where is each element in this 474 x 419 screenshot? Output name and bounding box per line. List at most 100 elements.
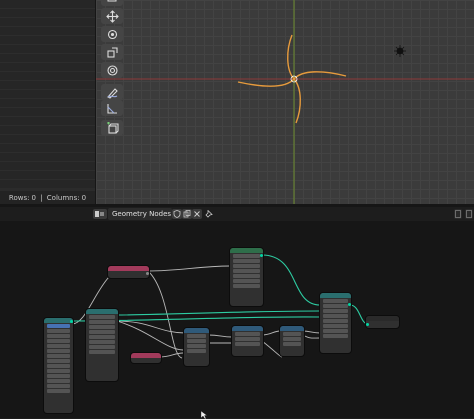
node-header (44, 318, 73, 323)
annotate-icon[interactable] (101, 84, 123, 100)
node-field[interactable] (89, 335, 115, 339)
node-field[interactable] (47, 364, 70, 368)
node-instance-on-points[interactable] (320, 293, 351, 353)
node-field[interactable] (89, 325, 115, 329)
node-input-pink[interactable] (108, 266, 149, 278)
node-field[interactable] (233, 259, 260, 263)
node-group-output[interactable] (366, 316, 399, 328)
spreadsheet-rows[interactable] (0, 0, 95, 188)
node-field[interactable] (233, 274, 260, 278)
node-editor-icon[interactable] (93, 209, 107, 219)
node-editor-header: Geometry Nodes (0, 207, 474, 221)
fake-user-shield-icon[interactable] (172, 209, 182, 219)
node-tree-name-text: Geometry Nodes (112, 210, 172, 218)
node-socket[interactable] (70, 320, 73, 323)
status-separator: | (40, 194, 43, 202)
node-math-a[interactable] (184, 328, 209, 366)
node-field[interactable] (47, 344, 70, 348)
node-field[interactable] (323, 309, 348, 313)
node-field[interactable] (89, 315, 115, 319)
node-field[interactable] (323, 314, 348, 318)
node-field[interactable] (47, 349, 70, 353)
spreadsheet-panel: Rows: 0 | Columns: 0 (0, 0, 96, 206)
node-field[interactable] (235, 342, 260, 346)
node-socket[interactable] (348, 303, 351, 306)
node-field[interactable] (235, 332, 260, 336)
node-field[interactable] (47, 324, 70, 328)
node-header (280, 326, 304, 331)
3d-viewport[interactable] (96, 0, 474, 204)
rotate-icon[interactable] (101, 26, 123, 42)
node-field[interactable] (323, 334, 348, 338)
node-header (232, 326, 263, 331)
node-socket[interactable] (366, 323, 369, 326)
node-socket[interactable] (260, 254, 263, 257)
select-box-icon[interactable] (101, 0, 123, 6)
viewport-overlay (96, 0, 474, 204)
node-field[interactable] (47, 379, 70, 383)
node-header (86, 309, 118, 314)
node-field[interactable] (323, 299, 348, 303)
pin-icon[interactable] (204, 209, 214, 219)
node-field[interactable] (89, 340, 115, 344)
node-group-input[interactable] (44, 318, 73, 413)
node-field[interactable] (233, 284, 260, 288)
light-icon[interactable] (394, 45, 406, 57)
viewport-toolbar (99, 0, 125, 140)
node-field[interactable] (233, 264, 260, 268)
node-field[interactable] (283, 337, 301, 341)
node-field[interactable] (235, 337, 260, 341)
node-value-pink[interactable] (131, 353, 161, 363)
node-field[interactable] (47, 359, 70, 363)
node-field[interactable] (187, 339, 206, 343)
node-field[interactable] (89, 345, 115, 349)
node-field[interactable] (47, 334, 70, 338)
transform-icon[interactable] (101, 62, 123, 78)
close-icon[interactable] (192, 209, 202, 219)
copy-icon[interactable] (182, 209, 192, 219)
sidebar-toggle-icon[interactable] (454, 209, 462, 219)
node-field[interactable] (47, 354, 70, 358)
node-header (108, 266, 149, 271)
node-field[interactable] (233, 254, 260, 258)
options-icon[interactable] (465, 209, 473, 219)
move-icon[interactable] (101, 8, 123, 24)
node-field[interactable] (187, 344, 206, 348)
node-field[interactable] (323, 319, 348, 323)
node-field[interactable] (47, 369, 70, 373)
scale-icon[interactable] (101, 44, 123, 60)
node-field[interactable] (283, 332, 301, 336)
node-header (131, 353, 161, 358)
node-field[interactable] (47, 339, 70, 343)
node-field[interactable] (187, 349, 206, 353)
node-math-b[interactable] (232, 326, 263, 356)
node-socket[interactable] (146, 272, 149, 275)
node-field[interactable] (187, 334, 206, 338)
node-curve-gen[interactable] (230, 248, 263, 306)
node-field[interactable] (47, 374, 70, 378)
node-field[interactable] (323, 324, 348, 328)
node-field[interactable] (89, 350, 115, 354)
node-header (320, 293, 351, 298)
add-cube-icon[interactable] (101, 120, 123, 136)
node-field[interactable] (283, 342, 301, 346)
node-math-c[interactable] (280, 326, 304, 356)
node-field[interactable] (47, 389, 70, 393)
node-header (230, 248, 263, 253)
node-field[interactable] (233, 269, 260, 273)
measure-icon[interactable] (101, 100, 123, 116)
spreadsheet-status: Rows: 0 | Columns: 0 (0, 191, 95, 205)
rows-label: Rows: (8, 194, 30, 202)
node-canvas[interactable] (0, 221, 474, 418)
node-header (184, 328, 209, 333)
node-field[interactable] (233, 279, 260, 283)
node-field[interactable] (47, 329, 70, 333)
node-field[interactable] (323, 329, 348, 333)
node-transform[interactable] (86, 309, 118, 381)
columns-label: Columns: (46, 194, 80, 202)
node-field[interactable] (89, 320, 115, 324)
node-field[interactable] (47, 384, 70, 388)
node-tree-name[interactable]: Geometry Nodes (108, 208, 172, 220)
node-field[interactable] (89, 330, 115, 334)
node-field[interactable] (323, 304, 348, 308)
